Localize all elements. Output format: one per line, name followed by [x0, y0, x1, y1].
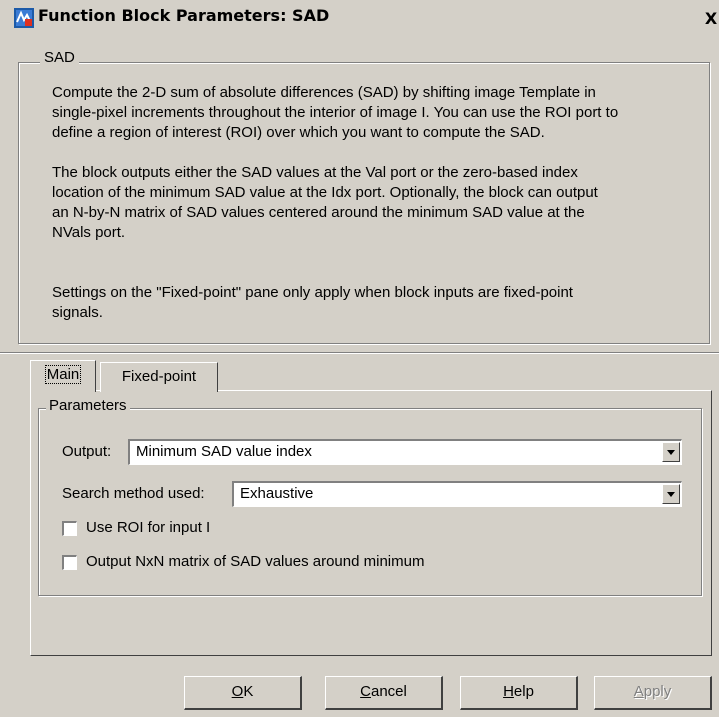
apply-button[interactable]: Apply	[594, 676, 712, 710]
output-label: Output:	[62, 443, 112, 460]
chevron-down-icon[interactable]	[662, 442, 680, 462]
use-roi-checkbox[interactable]	[62, 521, 77, 536]
parameters-group-title: Parameters	[46, 397, 130, 414]
cancel-button-label: ancel	[370, 683, 407, 700]
help-button-mnemonic: H	[503, 683, 514, 700]
tab-fixed-point[interactable]: Fixed-point	[100, 362, 218, 392]
search-method-select[interactable]: Exhaustive	[232, 481, 682, 507]
description-paragraph-1: Compute the 2-D sum of absolute differen…	[52, 84, 619, 141]
window-title: Function Block Parameters: SAD	[38, 6, 330, 25]
use-roi-label: Use ROI for input I	[86, 519, 211, 536]
tab-main-label: Main	[44, 365, 82, 384]
close-button[interactable]: X	[703, 10, 719, 28]
output-select[interactable]: Minimum SAD value index	[128, 439, 682, 465]
output-nxn-label: Output NxN matrix of SAD values around m…	[86, 553, 425, 570]
description-paragraph-3: Settings on the "Fixed-point" pane only …	[52, 284, 573, 321]
search-method-select-value: Exhaustive	[240, 485, 314, 502]
cancel-button-mnemonic: C	[360, 683, 371, 700]
search-method-label: Search method used:	[62, 485, 205, 502]
cancel-button[interactable]: Cancel	[325, 676, 443, 710]
output-select-value: Minimum SAD value index	[136, 443, 312, 460]
chevron-down-icon[interactable]	[662, 484, 680, 504]
help-button[interactable]: Help	[460, 676, 578, 710]
tab-fixed-point-label: Fixed-point	[121, 368, 197, 385]
ok-button-label: K	[243, 683, 254, 700]
description-paragraph-2: The block outputs either the SAD values …	[52, 164, 598, 241]
ok-button[interactable]: OK	[184, 676, 302, 710]
output-nxn-checkbox[interactable]	[62, 555, 77, 570]
apply-button-label: pply	[643, 683, 672, 700]
simulink-block-icon	[14, 8, 34, 28]
apply-button-mnemonic: A	[633, 683, 644, 700]
divider	[0, 352, 719, 354]
title-bar[interactable]: Function Block Parameters: SAD X	[0, 0, 719, 36]
help-button-label: elp	[513, 683, 534, 700]
block-description: Compute the 2-D sum of absolute differen…	[52, 83, 702, 323]
description-group-title: SAD	[40, 49, 79, 66]
tab-main[interactable]: Main	[30, 360, 96, 392]
ok-button-mnemonic: O	[231, 683, 244, 700]
dialog-window: Function Block Parameters: SAD X SAD Com…	[0, 0, 719, 717]
